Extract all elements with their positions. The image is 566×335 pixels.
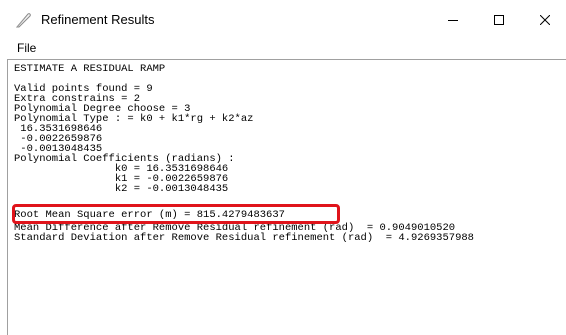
minimize-icon (448, 20, 458, 21)
menu-file[interactable]: File (17, 41, 36, 55)
maximize-button[interactable] (476, 0, 522, 40)
output-line: k2 = -0.0013048435 (14, 183, 229, 195)
window-title: Refinement Results (41, 12, 155, 27)
feather-pen-icon (15, 13, 31, 28)
output-line-rms-error: Root Mean Square error (m) = 815.4279483… (14, 209, 285, 221)
results-text-area[interactable]: ESTIMATE A RESIDUAL RAMP Valid points fo… (7, 59, 566, 335)
minimize-button[interactable] (430, 0, 476, 40)
menu-bar: File (0, 40, 566, 59)
close-icon (540, 15, 550, 25)
output-line: Standard Deviation after Remove Residual… (14, 232, 474, 244)
maximize-icon (494, 15, 504, 25)
close-button[interactable] (522, 0, 566, 40)
title-bar[interactable]: Refinement Results (0, 0, 566, 40)
output-line-heading: ESTIMATE A RESIDUAL RAMP (14, 63, 166, 75)
